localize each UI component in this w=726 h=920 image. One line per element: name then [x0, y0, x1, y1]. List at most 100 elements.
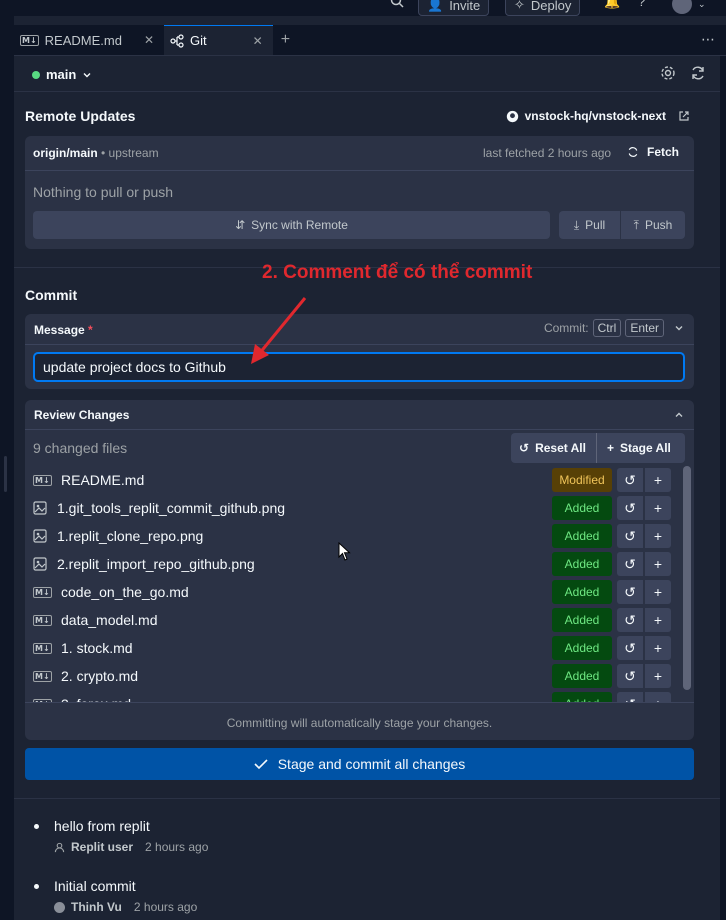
commit-author: Thinh Vu	[71, 900, 122, 914]
file-row[interactable]: 2.replit_import_repo_github.png Added ↺ +	[25, 550, 693, 578]
search-icon[interactable]	[390, 0, 404, 8]
external-link-icon	[679, 111, 689, 121]
undo-icon: ↺	[624, 471, 636, 488]
status-dot	[32, 70, 40, 79]
status-badge: Added	[552, 692, 612, 702]
plus-icon: +	[653, 556, 663, 572]
status-badge: Added	[552, 580, 612, 604]
stage-file-button[interactable]: +	[645, 496, 671, 520]
sync-button[interactable]: ⇵ Sync with Remote	[33, 211, 550, 239]
ctrl-key: Ctrl	[592, 319, 622, 337]
file-row[interactable]: M↓ code_on_the_go.md Added ↺ +	[25, 578, 693, 606]
stage-file-button[interactable]: +	[645, 552, 671, 576]
annotation-arrow	[251, 297, 307, 364]
commit-time: 2 hours ago	[133, 900, 198, 914]
push-button[interactable]: ⤒ Push	[621, 211, 685, 239]
close-icon[interactable]: ✕	[253, 34, 263, 48]
annotation-text: 2. Comment để có thể commit	[262, 262, 533, 283]
plus-icon: +	[653, 640, 663, 656]
stage-file-button[interactable]: +	[645, 636, 671, 660]
discard-change-button[interactable]: ↺	[617, 664, 643, 688]
chevron-down-icon[interactable]	[674, 323, 684, 333]
discard-change-button[interactable]: ↺	[617, 496, 643, 520]
plus-icon: +	[653, 472, 663, 488]
tab-readme[interactable]: M↓ README.md ✕	[14, 25, 164, 55]
image-icon	[33, 557, 47, 571]
stage-file-button[interactable]: +	[645, 468, 671, 492]
status-badge: Added	[552, 496, 612, 520]
tab-bar: M↓ README.md ✕ Git ✕ + ⋯	[14, 25, 726, 56]
sync-icon: ⇵	[235, 218, 246, 232]
upstream-label: • upstream	[101, 146, 159, 160]
discard-change-button[interactable]: ↺	[617, 468, 643, 492]
commit-title-text: hello from replit	[54, 818, 150, 834]
stage-note: Committing will automatically stage your…	[226, 716, 493, 730]
undo-icon: ↺	[624, 527, 636, 544]
refresh-icon[interactable]	[690, 65, 706, 81]
close-icon[interactable]: ✕	[144, 33, 154, 47]
invite-label: Invite	[449, 0, 481, 13]
undo-icon: ↺	[624, 555, 636, 572]
message-card: Message * Commit: Ctrl Enter update proj…	[25, 314, 694, 389]
reset-all-button[interactable]: ↺ Reset All	[519, 441, 586, 455]
file-list: M↓ README.md Modified ↺ +1.git_tools_replit_…	[25, 466, 693, 702]
resize-handle[interactable]	[4, 456, 7, 492]
push-label: Push	[644, 218, 673, 232]
commit-title: Commit	[25, 287, 78, 303]
status-badge: Added	[552, 636, 612, 660]
commit-message-input[interactable]: update project docs to Github	[33, 352, 685, 382]
changed-files-count: 9 changed files	[33, 440, 128, 456]
help-icon[interactable]: ?	[638, 0, 645, 9]
scrollbar[interactable]	[683, 466, 691, 690]
file-row[interactable]: M↓ 1. stock.md Added ↺ +	[25, 634, 693, 662]
discard-change-button[interactable]: ↺	[617, 636, 643, 660]
remote-branch: origin/main	[33, 146, 98, 160]
avatar[interactable]: ⌄	[672, 0, 706, 14]
add-tab-icon[interactable]: +	[273, 25, 298, 55]
plus-icon: +	[653, 584, 663, 600]
status-badge: Modified	[552, 468, 612, 492]
undo-icon: ↺	[624, 639, 636, 656]
discard-change-button[interactable]: ↺	[617, 552, 643, 576]
chevron-up-icon[interactable]	[674, 410, 684, 420]
gear-icon[interactable]	[660, 65, 676, 81]
file-row[interactable]: M↓ README.md Modified ↺ +	[25, 466, 693, 494]
more-icon[interactable]: ⋯	[701, 31, 716, 48]
stage-all-button[interactable]: + Stage All	[607, 441, 671, 455]
stage-and-commit-button[interactable]: Stage and commit all changes	[25, 748, 694, 780]
stage-file-button[interactable]: +	[645, 608, 671, 632]
file-row[interactable]: 1.git_tools_replit_commit_github.png Adde…	[25, 494, 693, 522]
file-row[interactable]: 1.replit_clone_repo.png Added ↺ +	[25, 522, 693, 550]
invite-button[interactable]: 👤 Invite	[418, 0, 490, 16]
commit-message-text: update project docs to Github	[43, 359, 226, 375]
discard-change-button[interactable]: ↺	[617, 524, 643, 548]
status-badge: Added	[552, 608, 612, 632]
tab-git[interactable]: Git ✕	[164, 25, 273, 55]
stage-file-button[interactable]: +	[645, 580, 671, 604]
github-icon	[506, 110, 518, 122]
avatar	[54, 901, 65, 913]
stage-file-button[interactable]: +	[645, 692, 671, 702]
bell-icon[interactable]: 🔔	[604, 0, 620, 10]
enter-key: Enter	[625, 319, 664, 337]
file-name: README.md	[61, 472, 145, 488]
discard-change-button[interactable]: ↺	[617, 580, 643, 604]
discard-change-button[interactable]: ↺	[617, 692, 643, 702]
fetch-button[interactable]: Fetch	[627, 145, 679, 159]
required-mark: *	[88, 323, 93, 337]
pull-button[interactable]: ⤓ Pull	[559, 211, 620, 239]
file-row[interactable]: M↓ data_model.md Added ↺ +	[25, 606, 693, 634]
repo-link[interactable]: vnstock-hq/vnstock-next	[506, 109, 690, 123]
deploy-button[interactable]: ✧ Deploy	[505, 0, 581, 16]
git-icon	[170, 33, 184, 48]
divider	[25, 429, 694, 430]
stage-file-button[interactable]: +	[645, 524, 671, 548]
discard-change-button[interactable]: ↺	[617, 608, 643, 632]
file-row[interactable]: M↓ 2. crypto.md Added ↺ +	[25, 662, 693, 690]
file-row[interactable]: M↓3. forex.mdAdded↺+	[25, 690, 693, 702]
markdown-icon: M↓	[20, 34, 39, 46]
markdown-icon: M↓	[33, 614, 52, 626]
stage-file-button[interactable]: +	[645, 664, 671, 688]
branch-selector[interactable]: main	[32, 67, 92, 82]
divider	[595, 433, 597, 463]
